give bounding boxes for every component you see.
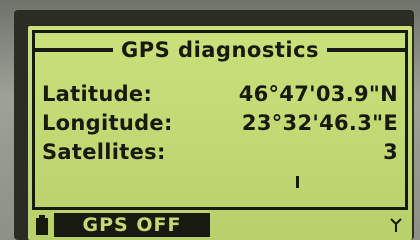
longitude-row: Longitude: 23°32'46.3"E xyxy=(42,111,398,140)
satellites-label: Satellites: xyxy=(42,140,166,164)
battery-icon xyxy=(36,215,48,235)
softkey-bar: GPS OFF xyxy=(32,210,408,240)
longitude-label: Longitude: xyxy=(42,111,173,135)
lcd-screen: GPS diagnostics Latitude: 46°47'03.9"N L… xyxy=(28,26,412,240)
longitude-value: 23°32'46.3"E xyxy=(241,111,398,135)
title-rule-left xyxy=(32,48,113,52)
scroll-marker xyxy=(296,176,299,188)
satellites-value: 3 xyxy=(383,140,398,164)
latitude-row: Latitude: 46°47'03.9"N xyxy=(42,82,398,111)
title-bar: GPS diagnostics xyxy=(32,30,408,70)
satellites-row: Satellites: 3 xyxy=(42,140,398,169)
screen-title: GPS diagnostics xyxy=(120,38,320,62)
title-rule-right xyxy=(327,48,408,52)
latitude-value: 46°47'03.9"N xyxy=(238,82,398,106)
signal-antenna-icon xyxy=(390,218,402,232)
diagnostics-list: Latitude: 46°47'03.9"N Longitude: 23°32'… xyxy=(42,82,398,169)
gps-off-softkey[interactable]: GPS OFF xyxy=(54,213,210,237)
latitude-label: Latitude: xyxy=(42,82,153,106)
